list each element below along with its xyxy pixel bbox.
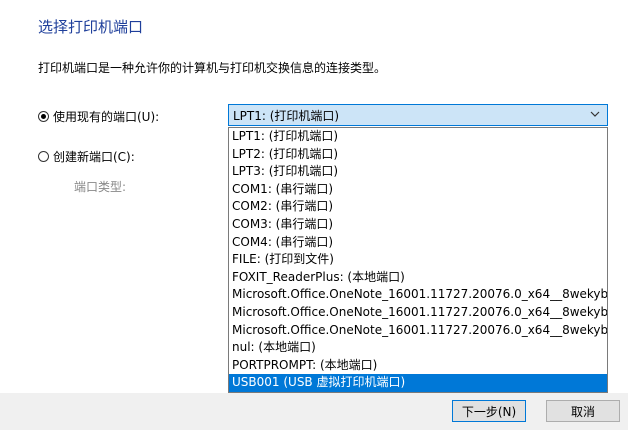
port-option[interactable]: Microsoft.Office.OneNote_16001.11727.200… [229,304,607,322]
dialog-footer [0,393,628,430]
port-option[interactable]: Microsoft.Office.OneNote_16001.11727.200… [229,286,607,304]
port-dropdown-list[interactable]: LPT1: (打印机端口) LPT2: (打印机端口) LPT3: (打印机端口) C… [228,127,608,393]
existing-port-combobox[interactable]: LPT1: (打印机端口) [228,104,608,126]
port-option[interactable]: LPT2: (打印机端口) [229,146,607,164]
create-new-port-radio-row[interactable]: 创建新端口(C): [38,148,135,165]
use-existing-port-radio-row[interactable]: 使用现有的端口(U): [38,108,159,125]
port-option[interactable]: USB001 (USB 虚拟打印机端口) [229,374,607,392]
chevron-down-icon[interactable] [589,108,601,120]
cancel-button[interactable]: 取消 [546,400,620,422]
port-option[interactable]: LPT3: (打印机端口) [229,163,607,181]
port-option[interactable]: FOXIT_ReaderPlus: (本地端口) [229,269,607,287]
port-option[interactable]: FILE: (打印到文件) [229,251,607,269]
port-type-label: 端口类型: [74,180,127,194]
port-option[interactable]: COM1: (串行端口) [229,181,607,199]
use-existing-port-radio[interactable] [38,111,49,122]
port-option[interactable]: Microsoft.Office.OneNote_16001.11727.200… [229,322,607,340]
create-new-port-label[interactable]: 创建新端口(C): [53,148,135,165]
port-option[interactable]: LPT1: (打印机端口) [229,128,607,146]
combobox-value: LPT1: (打印机端口) [233,108,340,123]
port-option[interactable]: PORTPROMPT: (本地端口) [229,357,607,375]
port-option[interactable]: COM3: (串行端口) [229,216,607,234]
use-existing-port-label[interactable]: 使用现有的端口(U): [53,108,159,125]
page-title: 选择打印机端口 [38,18,144,36]
page-description: 打印机端口是一种允许你的计算机与打印机交换信息的连接类型。 [38,61,387,75]
create-new-port-radio[interactable] [38,151,49,162]
port-option[interactable]: COM4: (串行端口) [229,234,607,252]
next-button[interactable]: 下一步(N) [452,400,526,422]
port-option[interactable]: nul: (本地端口) [229,339,607,357]
port-option[interactable]: COM2: (串行端口) [229,198,607,216]
